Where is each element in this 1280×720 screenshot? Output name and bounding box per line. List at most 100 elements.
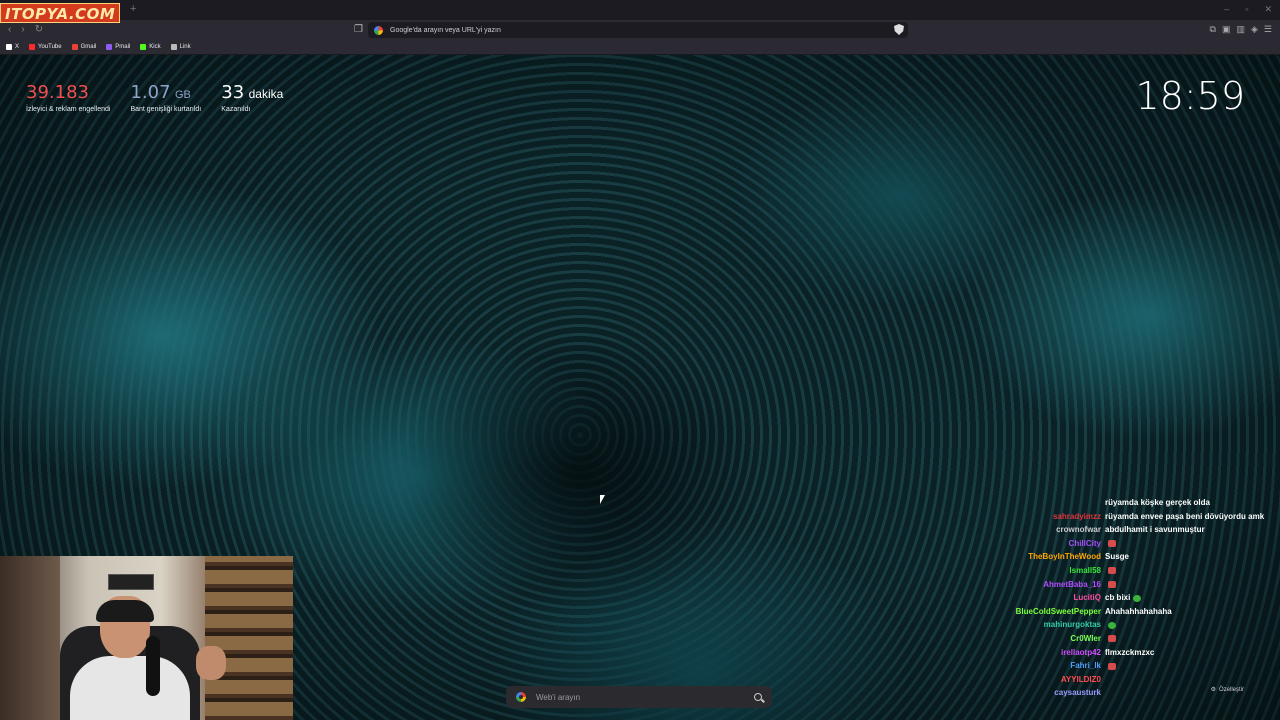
webcam-person-hand — [196, 646, 226, 680]
chat-username[interactable]: LucitiQ — [960, 591, 1105, 605]
wallet-icon[interactable]: ▣ — [1222, 24, 1231, 35]
close-button[interactable]: ✕ — [1264, 4, 1272, 15]
chat-username[interactable]: AYYILDIZ0 — [960, 673, 1105, 687]
customize-button[interactable]: ⚙ Özelleştir — [1210, 686, 1244, 694]
chat-message: AYYILDIZ0 — [960, 673, 1276, 687]
chat-text — [1105, 632, 1275, 646]
webcam-microphone — [146, 636, 160, 696]
chat-text-content: rüyamda envee paşa beni dövüyordu amk — [1105, 511, 1265, 521]
chat-username[interactable]: ChillCity — [960, 537, 1105, 551]
customize-label: Özelleştir — [1218, 686, 1244, 693]
forward-button[interactable]: › — [21, 24, 24, 35]
mouse-cursor-icon — [600, 495, 608, 504]
minimize-button[interactable]: – — [1224, 4, 1229, 15]
toolbar-right-icons: ⧉ ▣ ▥ ◈ ☰ — [1210, 24, 1272, 35]
pmail-icon — [106, 44, 113, 50]
web-search-box[interactable] — [506, 686, 772, 708]
chat-message: irellaotp42 flmxzckmzxc — [960, 646, 1276, 660]
clock: 18:59 — [1135, 74, 1245, 118]
chat-message: AhmetBaba_16 — [960, 578, 1276, 592]
browser-toolbar: ‹ › ↻ ❐ Google'da arayın veya URL'yi yaz… — [0, 20, 1280, 40]
chat-username[interactable]: Cr0Wler — [960, 632, 1105, 646]
bookmark-label: YouTube — [38, 44, 62, 50]
chat-username[interactable]: Fahri_lk — [960, 659, 1105, 673]
google-icon — [374, 25, 383, 35]
chat-username[interactable]: crownofwar — [960, 523, 1105, 537]
customize-icon: ⚙ — [1210, 687, 1216, 693]
time-saved-label: Kazanıldı — [221, 106, 251, 113]
stat-time-saved: 33 dakika Kazanıldı — [221, 82, 283, 113]
bookmark-link[interactable]: Link — [170, 44, 191, 50]
address-bar[interactable]: Google'da arayın veya URL'yi yazın — [368, 22, 908, 38]
chat-username[interactable]: caysausturk — [960, 686, 1105, 700]
ads-blocked-label: İzleyici & reklam engellendi — [26, 106, 111, 113]
maximize-button[interactable]: ▫ — [1245, 4, 1248, 15]
chat-username[interactable]: sahradyimzz — [960, 510, 1105, 524]
web-search-input[interactable] — [536, 692, 754, 702]
chat-message: rüyamda köşke gerçek olda — [960, 496, 1276, 510]
time-saved-unit: dakika — [248, 87, 284, 101]
chat-text-content: abdulhamit i savunmuştur — [1105, 525, 1205, 535]
chat-text: cb bixi — [1105, 591, 1275, 605]
chat-text-content: Ahahahhahahaha — [1105, 606, 1172, 616]
bandwidth-value: 1.07 — [130, 82, 171, 103]
extensions-icon[interactable]: ⧉ — [1210, 24, 1216, 35]
google-icon — [516, 692, 526, 702]
link-icon — [170, 44, 177, 50]
tab-strip: ITOPYA.COM + – ▫ ✕ — [0, 0, 1280, 23]
bookmark-label: Pmail — [115, 44, 131, 50]
chat-username[interactable]: irellaotp42 — [960, 646, 1105, 660]
watermark-logo: ITOPYA.COM — [0, 3, 121, 23]
brave-shield-icon[interactable] — [894, 24, 904, 35]
vpn-icon[interactable]: ◈ — [1251, 24, 1258, 35]
chat-username[interactable]: TheBoyInTheWood — [960, 550, 1105, 564]
chat-text: flmxzckmzxc — [1105, 646, 1275, 660]
chat-emote-icon — [1108, 540, 1116, 548]
bookmark-pmail[interactable]: Pmail — [106, 44, 130, 50]
chat-text — [1105, 578, 1275, 592]
bookmarks-bar: X YouTube Gmail Pmail Kick Link — [0, 40, 1280, 55]
bookmark-label: Link — [179, 44, 191, 50]
bookmark-label: Gmail — [80, 44, 97, 50]
reload-button[interactable]: ↻ — [35, 24, 43, 35]
brave-stats: 39.183 İzleyici & reklam engellendi 1.07… — [26, 82, 283, 113]
chat-username[interactable]: AhmetBaba_16 — [960, 578, 1105, 592]
chat-text-content: flmxzckmzxc — [1105, 647, 1155, 657]
chat-message: mahinurgoktas — [960, 618, 1276, 632]
chat-text: Susge — [1105, 550, 1275, 564]
address-placeholder: Google'da arayın veya URL'yi yazın — [390, 26, 501, 34]
chat-message: ChillCity — [960, 537, 1276, 551]
bookmark-youtube[interactable]: YouTube — [29, 44, 62, 50]
search-icon[interactable] — [754, 693, 762, 701]
chat-message: BlueColdSweetPepper Ahahahhahahaha — [960, 605, 1276, 619]
chat-emote-icon — [1108, 567, 1116, 575]
chat-message: Cr0Wler — [960, 632, 1276, 646]
chat-username[interactable]: Ismall58 — [960, 564, 1105, 578]
window-controls: – ▫ ✕ — [1224, 4, 1272, 15]
bandwidth-label: Bant genişliği kurtarıldı — [130, 106, 202, 113]
chat-text: rüyamda köşke gerçek olda — [1105, 496, 1275, 510]
chat-username[interactable]: mahinurgoktas — [960, 618, 1105, 632]
webcam-person-body — [70, 656, 190, 720]
sidebar-icon[interactable]: ▥ — [1236, 24, 1245, 35]
chat-message: crownofwar abdulhamit i savunmuştur — [960, 523, 1276, 537]
chat-username[interactable]: BlueColdSweetPepper — [960, 605, 1105, 619]
chat-text-content: Susge — [1105, 552, 1130, 562]
bookmark-icon[interactable]: ❐ — [354, 24, 363, 35]
x-icon — [6, 44, 12, 50]
nav-buttons: ‹ › ↻ — [8, 24, 43, 35]
stat-ads-blocked: 39.183 İzleyici & reklam engellendi — [26, 82, 110, 113]
bookmark-kick[interactable]: Kick — [140, 44, 161, 50]
chat-emote-icon — [1108, 621, 1116, 629]
webcam-overlay — [0, 556, 293, 720]
bookmark-gmail[interactable]: Gmail — [71, 44, 97, 50]
ads-blocked-count: 39.183 — [26, 82, 89, 103]
back-button[interactable]: ‹ — [8, 24, 11, 35]
bookmark-x[interactable]: X — [6, 44, 19, 50]
kick-icon — [140, 44, 147, 50]
chat-message: LucitiQ cb bixi — [960, 591, 1276, 605]
new-tab-button[interactable]: + — [130, 3, 136, 15]
chat-text-content: cb bixi — [1105, 593, 1131, 603]
menu-icon[interactable]: ☰ — [1264, 24, 1272, 35]
webcam-wall-frame — [108, 574, 154, 590]
